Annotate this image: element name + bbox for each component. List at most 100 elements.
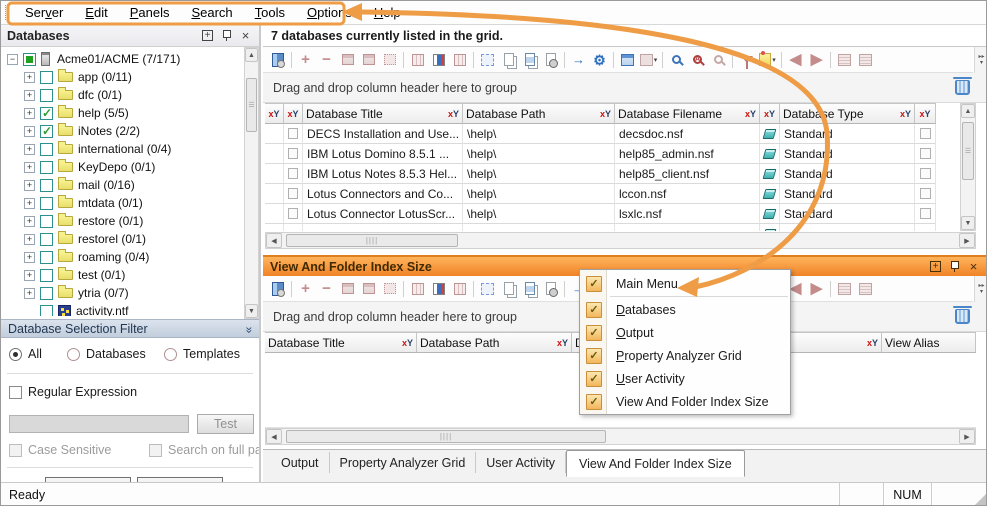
case-sensitive-row[interactable]: Case Sensitive xyxy=(9,443,111,457)
tree-item-app[interactable]: +app (0/11) xyxy=(1,68,244,86)
toolbar-overflow-icon[interactable]: ▸▸▾ xyxy=(974,276,987,302)
scrollbar-thumb[interactable]: ☰ xyxy=(246,78,257,132)
row-checkbox[interactable] xyxy=(288,208,298,219)
tree-checkbox[interactable] xyxy=(40,197,53,210)
resize-grip[interactable] xyxy=(975,494,986,505)
collapse-chevron-icon[interactable]: » xyxy=(243,326,257,331)
tree-checkbox[interactable] xyxy=(40,305,53,317)
fullpath-row[interactable]: Search on full pa xyxy=(149,443,259,457)
export-grid-icon[interactable] xyxy=(337,50,358,70)
scrollbar-thumb[interactable]: |||| xyxy=(286,430,606,443)
scroll-right-icon[interactable]: ▶ xyxy=(959,233,975,248)
regex-pattern-input[interactable] xyxy=(9,415,189,433)
expand-icon[interactable]: + xyxy=(24,144,35,155)
row-checkbox[interactable] xyxy=(920,208,931,219)
table-row[interactable]: IBM Lotus Domino 8.5.1 ...\help\help85_a… xyxy=(265,144,936,164)
hide-column-icon[interactable] xyxy=(449,279,470,299)
menu-server[interactable]: Server xyxy=(14,3,74,22)
tree-item-international[interactable]: +international (0/4) xyxy=(1,140,244,158)
filter-column-header[interactable]: xY xyxy=(915,103,936,124)
column-header-database-path[interactable]: Database PathxY xyxy=(463,103,615,124)
column-filter-icon[interactable]: xY xyxy=(919,109,930,119)
radio-databases[interactable]: Databases xyxy=(67,347,146,361)
tree-scrollbar[interactable]: ▲ ☰ ▼ xyxy=(244,47,259,319)
row-checkbox[interactable] xyxy=(288,148,298,159)
copy-special-icon[interactable] xyxy=(519,50,540,70)
cell-checkbox[interactable] xyxy=(915,164,936,184)
tree-checkbox[interactable] xyxy=(40,89,53,102)
menu-options[interactable]: Options xyxy=(296,3,363,22)
table-row[interactable]: Lotus Connectors and Co...\help\lccon.ns… xyxy=(265,184,936,204)
trash-icon[interactable] xyxy=(955,309,970,324)
copy-options-icon[interactable] xyxy=(540,279,561,299)
tab-property-analyzer-grid[interactable]: Property Analyzer Grid xyxy=(330,452,477,473)
table-row[interactable]: Lotus Connector LotusScr...\help\lsxlc.n… xyxy=(265,204,936,224)
column-filter-icon[interactable]: xY xyxy=(557,338,568,348)
flag-grid-icon[interactable] xyxy=(617,50,638,70)
scroll-up-icon[interactable]: ▲ xyxy=(245,48,258,62)
grid-vscrollbar[interactable]: ▲ ☰ ▼ xyxy=(960,103,976,231)
row-checkbox[interactable] xyxy=(920,128,931,139)
column-filter-icon[interactable]: xY xyxy=(448,109,459,119)
tree-item-restore[interactable]: +restore (0/1) xyxy=(1,212,244,230)
copy-icon[interactable] xyxy=(498,279,519,299)
column-filter-icon[interactable]: xY xyxy=(600,109,611,119)
database-properties-icon[interactable] xyxy=(267,279,288,299)
tree-item-mail[interactable]: +mail (0/16) xyxy=(1,176,244,194)
tree-checkbox[interactable] xyxy=(40,125,53,138)
scroll-left-icon[interactable]: ◀ xyxy=(266,429,282,444)
column-header-database-title[interactable]: Database TitlexY xyxy=(265,332,417,353)
cell-checkbox[interactable] xyxy=(284,144,303,164)
column-header-view-alias[interactable]: View Alias xyxy=(882,332,976,353)
find-text-icon[interactable] xyxy=(687,50,708,70)
scrollbar-thumb[interactable]: |||| xyxy=(286,234,458,247)
column-header-database-title[interactable]: Database TitlexY xyxy=(303,103,463,124)
expand-icon[interactable]: + xyxy=(24,72,35,83)
database-properties-icon[interactable] xyxy=(267,50,288,70)
close-panel-icon[interactable]: × xyxy=(966,260,981,274)
scroll-down-icon[interactable]: ▼ xyxy=(245,304,258,318)
copy-options-icon[interactable] xyxy=(540,50,561,70)
tree-checkbox[interactable] xyxy=(40,287,53,300)
tab-output[interactable]: Output xyxy=(271,452,330,473)
column-header-database-type[interactable]: Database TypexY xyxy=(780,103,915,124)
test-button[interactable]: Test xyxy=(197,414,254,434)
scroll-right-icon[interactable]: ▶ xyxy=(959,429,975,444)
flag-grid-options-icon[interactable]: ▾ xyxy=(638,50,659,70)
column-filter-icon[interactable]: xY xyxy=(745,109,756,119)
context-menu-item-user-activity[interactable]: ✓User Activity xyxy=(580,367,790,390)
filter-column-header[interactable]: xY xyxy=(265,103,284,124)
fullpath-checkbox[interactable] xyxy=(149,444,162,457)
tree-checkbox[interactable] xyxy=(40,215,53,228)
clear-filter-icon[interactable] xyxy=(736,50,757,70)
tree-checkbox[interactable] xyxy=(40,179,53,192)
cell-checkbox[interactable] xyxy=(915,124,936,144)
grid-hscrollbar[interactable]: ◀ |||| ▶ xyxy=(265,232,976,249)
freeze-column-icon[interactable] xyxy=(407,50,428,70)
expand-columns-icon[interactable]: ▶ xyxy=(806,50,827,70)
cell-checkbox[interactable] xyxy=(284,164,303,184)
grid-hscrollbar[interactable]: ◀ |||| ▶ xyxy=(265,428,976,445)
context-menu-item-property-analyzer-grid[interactable]: ✓Property Analyzer Grid xyxy=(580,344,790,367)
radio-templates-icon[interactable] xyxy=(164,348,177,361)
add-row-icon[interactable]: + xyxy=(295,50,316,70)
checked-checkbox-icon[interactable]: ✓ xyxy=(586,348,602,364)
scroll-left-icon[interactable]: ◀ xyxy=(266,233,282,248)
cell-checkbox[interactable] xyxy=(915,204,936,224)
color-columns-icon[interactable] xyxy=(428,279,449,299)
context-menu-item-output[interactable]: ✓Output xyxy=(580,321,790,344)
column-filter-icon[interactable]: xY xyxy=(867,338,878,348)
copy-icon[interactable] xyxy=(498,50,519,70)
maximize-panel-icon[interactable]: + xyxy=(928,260,943,274)
toolbar-grip[interactable] xyxy=(5,5,8,20)
context-menu-item-databases[interactable]: ✓Databases xyxy=(580,298,790,321)
context-menu-item-main-menu[interactable]: ✓Main Menu xyxy=(580,272,790,295)
import-grid-icon[interactable] xyxy=(358,50,379,70)
filter-section-header[interactable]: Database Selection Filter » xyxy=(1,319,259,338)
menu-panels[interactable]: Panels xyxy=(119,3,181,22)
expand-icon[interactable]: + xyxy=(24,288,35,299)
tree-item-mtdata[interactable]: +mtdata (0/1) xyxy=(1,194,244,212)
zoom-out-icon[interactable] xyxy=(708,50,729,70)
case-sensitive-checkbox[interactable] xyxy=(9,444,22,457)
close-panel-icon[interactable]: × xyxy=(238,29,253,43)
